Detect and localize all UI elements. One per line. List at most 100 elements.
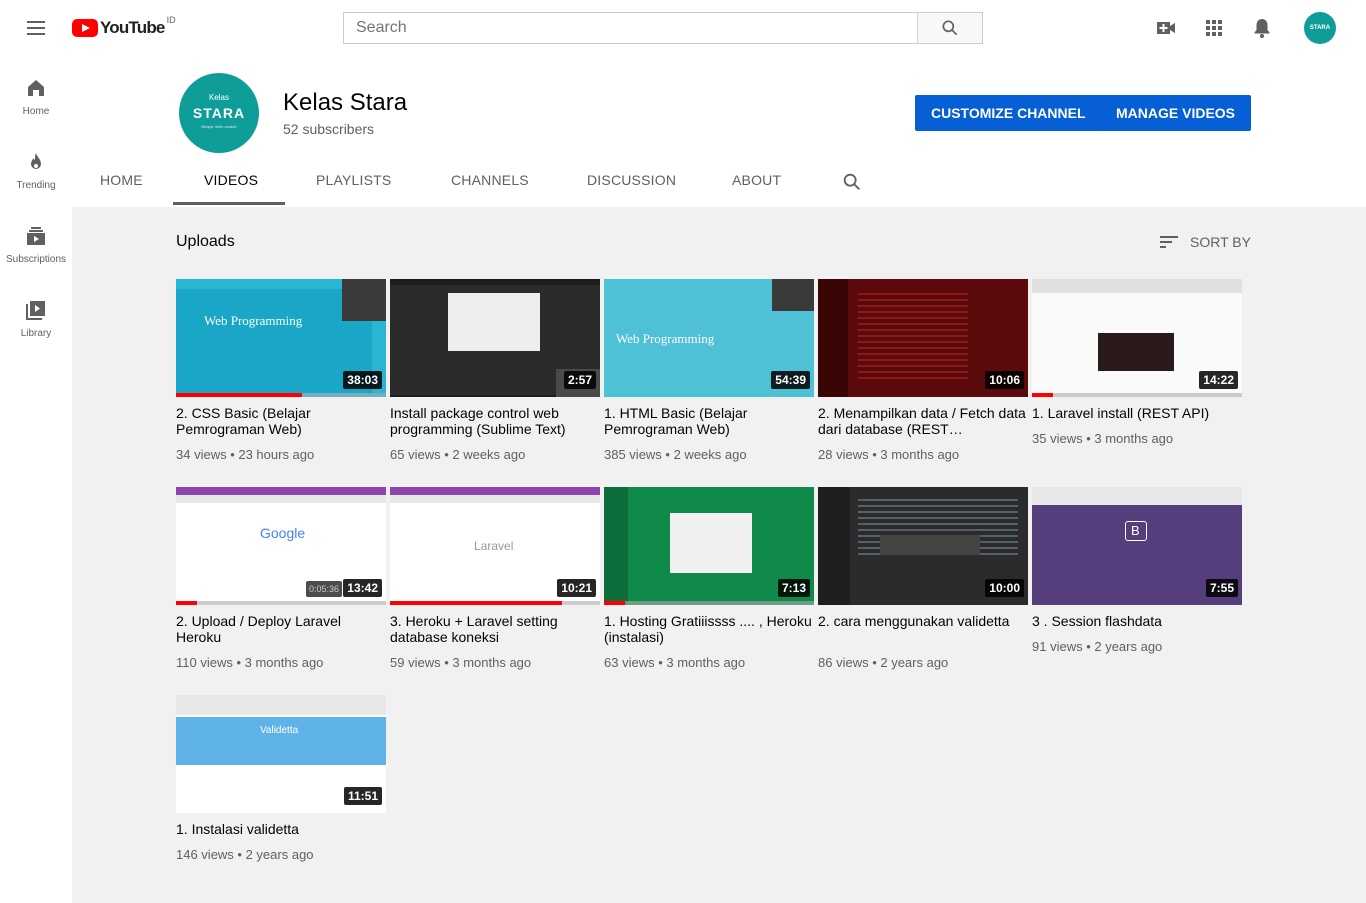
search-input[interactable] [344, 13, 930, 43]
thumb-code [858, 293, 968, 383]
thumb-browserbar [176, 695, 386, 715]
view-count: 28 views [818, 447, 869, 462]
apps-icon[interactable] [1202, 16, 1226, 40]
video-duration: 10:21 [557, 579, 596, 597]
video-title[interactable]: 2. Upload / Deploy Laravel Heroku [176, 613, 386, 645]
sort-by-button[interactable]: SORT BY [1158, 232, 1251, 252]
video-title[interactable]: 2. cara menggunakan validetta [818, 613, 1028, 645]
guide-item-home[interactable]: Home [0, 76, 72, 150]
thumb-text: Web Programming [204, 313, 303, 328]
channel-header: Kelas STARA Belajar lebih mudah Kelas St… [72, 56, 1366, 207]
guide-item-trending[interactable]: Trending [0, 150, 72, 224]
video-title[interactable]: 3. Heroku + Laravel setting database kon… [390, 613, 600, 645]
watch-progress-track [1032, 393, 1242, 397]
video-meta: 59 views • 3 months ago [390, 655, 532, 670]
thumb-browserbar [1032, 487, 1242, 505]
video-card[interactable]: Web Programming 38:03 2. CSS Basic (Bela… [176, 279, 386, 462]
video-card[interactable]: Validetta 11:51 1. Instalasi validetta 1… [176, 695, 386, 862]
guide-item-library[interactable]: Library [0, 298, 72, 372]
video-card[interactable]: Web Programming 54:39 1. HTML Basic (Bel… [604, 279, 814, 462]
guide-item-subscriptions[interactable]: Subscriptions [0, 224, 72, 298]
video-duration: 10:06 [985, 371, 1024, 389]
watch-progress-bar [390, 601, 563, 605]
thumb-text: Laravel [474, 539, 514, 553]
video-thumbnail[interactable]: 14:22 [1032, 279, 1242, 397]
tab-home[interactable]: HOME [100, 172, 143, 188]
thumb-sidebar [818, 487, 850, 605]
home-icon [28, 80, 44, 96]
upload-age: 3 months ago [880, 447, 960, 462]
video-thumbnail[interactable]: B 7:55 [1032, 487, 1242, 605]
video-meta: 91 views • 2 years ago [1032, 639, 1163, 654]
thumb-sidebar [818, 279, 848, 397]
video-title[interactable]: 1. Instalasi validetta [176, 821, 386, 837]
video-thumbnail[interactable]: Web Programming 54:39 [604, 279, 814, 397]
video-thumbnail[interactable]: 7:13 [604, 487, 814, 605]
video-duration: 7:13 [777, 579, 810, 597]
video-card[interactable]: 14:22 1. Laravel install (REST API) 35 v… [1032, 279, 1242, 446]
logo-text: YouTube [100, 18, 165, 37]
tab-videos[interactable]: VIDEOS [204, 172, 258, 188]
notifications-icon[interactable] [1250, 16, 1274, 40]
video-card[interactable]: 7:13 1. Hosting Gratiiissss .... , Herok… [604, 487, 814, 670]
tab-about[interactable]: ABOUT [732, 172, 781, 188]
channel-search-icon[interactable] [841, 171, 863, 193]
create-video-icon[interactable] [1154, 16, 1178, 40]
video-title[interactable]: 3 . Session flashdata [1032, 613, 1242, 629]
video-card[interactable]: Laravel 10:21 3. Heroku + Laravel settin… [390, 487, 600, 670]
video-title[interactable]: 2. Menampilkan data / Fetch data dari da… [818, 405, 1028, 437]
video-duration: 38:03 [343, 371, 382, 389]
youtube-logo[interactable]: YouTube ID [72, 15, 176, 39]
thumb-image [1098, 333, 1174, 371]
video-card[interactable]: 10:06 2. Menampilkan data / Fetch data d… [818, 279, 1028, 462]
video-card[interactable]: 2:57 Install package control web program… [390, 279, 600, 462]
video-card[interactable]: 10:00 2. cara menggunakan validetta 86 v… [818, 487, 1028, 670]
video-meta: 110 views • 3 months ago [176, 655, 324, 670]
video-duration: 54:39 [771, 371, 810, 389]
video-thumbnail[interactable]: 10:00 [818, 487, 1028, 605]
video-meta: 63 views • 3 months ago [604, 655, 746, 670]
video-card[interactable]: Google 0:05:36 13:42 2. Upload / Deploy … [176, 487, 386, 670]
video-duration: 10:00 [985, 579, 1024, 597]
upload-age: 23 hours ago [238, 447, 315, 462]
view-count: 59 views [390, 655, 441, 670]
account-avatar[interactable]: STARA [1304, 12, 1336, 44]
video-duration: 14:22 [1199, 371, 1238, 389]
menu-icon[interactable] [24, 16, 48, 40]
thumb-webcam [772, 279, 814, 311]
tab-playlists[interactable]: PLAYLISTS [316, 172, 391, 188]
subscriptions-icon [27, 227, 45, 245]
customize-channel-button[interactable]: CUSTOMIZE CHANNEL [915, 95, 1102, 131]
video-thumbnail[interactable]: 10:06 [818, 279, 1028, 397]
mini-guide: Home Trending Subscriptions Library [0, 56, 72, 903]
tab-discussion[interactable]: DISCUSSION [587, 172, 676, 188]
video-thumbnail[interactable]: Web Programming 38:03 [176, 279, 386, 397]
thumb-browserbar [1032, 279, 1242, 293]
video-title[interactable]: 2. CSS Basic (Belajar Pemrograman Web) [176, 405, 386, 437]
video-title[interactable]: 1. Laravel install (REST API) [1032, 405, 1242, 421]
video-thumbnail[interactable]: Google 0:05:36 13:42 [176, 487, 386, 605]
video-title[interactable]: 1. Hosting Gratiiissss .... , Heroku (in… [604, 613, 814, 645]
video-card[interactable]: B 7:55 3 . Session flashdata 91 views • … [1032, 487, 1242, 654]
video-thumbnail[interactable]: Validetta 11:51 [176, 695, 386, 813]
tab-channels[interactable]: CHANNELS [451, 172, 529, 188]
video-thumbnail[interactable]: Laravel 10:21 [390, 487, 600, 605]
video-thumbnail[interactable]: 2:57 [390, 279, 600, 397]
watch-progress-bar [176, 393, 302, 397]
youtube-play-icon [72, 19, 98, 37]
search-icon [942, 20, 958, 36]
manage-videos-button[interactable]: MANAGE VIDEOS [1100, 95, 1252, 131]
resume-timestamp: 0:05:36 [305, 581, 342, 597]
thumb-app-switcher [880, 535, 980, 555]
view-count: 146 views [176, 847, 234, 862]
view-count: 385 views [604, 447, 662, 462]
video-title[interactable]: 1. HTML Basic (Belajar Pemrograman Web) [604, 405, 814, 437]
video-meta: 146 views • 2 years ago [176, 847, 314, 862]
video-title[interactable]: Install package control web programming … [390, 405, 600, 437]
thumb-webcam [342, 279, 386, 321]
channel-avatar-line3: Belajar lebih mudah [201, 124, 237, 129]
video-duration: 11:51 [343, 787, 382, 805]
watch-progress-bar [176, 601, 197, 605]
video-duration: 2:57 [563, 371, 596, 389]
search-button[interactable] [917, 13, 982, 43]
